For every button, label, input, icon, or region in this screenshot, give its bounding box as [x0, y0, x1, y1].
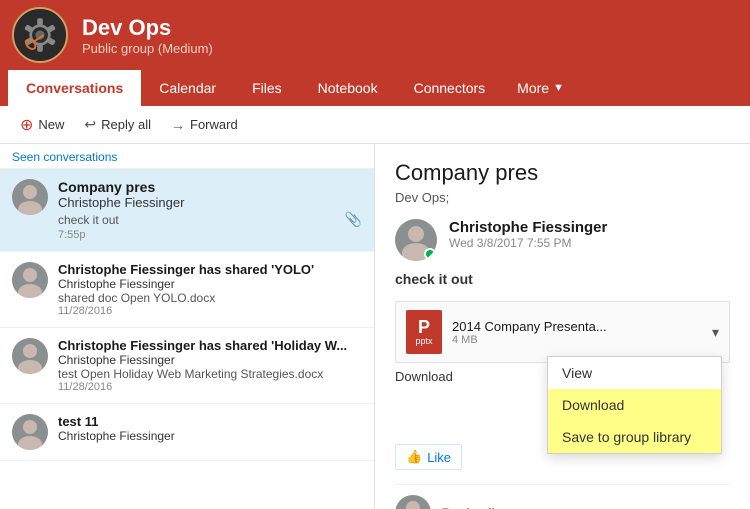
like-button[interactable]: 👍 Like — [395, 444, 462, 470]
dropdown-menu: View Download Save to group library — [547, 356, 722, 454]
reply-all-row: Reply all — [395, 484, 730, 509]
conversation-item[interactable]: test 11 Christophe Fiessinger — [0, 404, 374, 461]
reply-all-label: Reply all — [441, 505, 495, 509]
conv-sender: Christophe Fiessinger — [58, 277, 362, 291]
seen-conversations-label: Seen conversations — [0, 144, 374, 169]
conv-time: 11/28/2016 — [58, 381, 362, 393]
sender-avatar — [395, 219, 437, 261]
nav: Conversations Calendar Files Notebook Co… — [0, 70, 750, 106]
attachment-size: 4 MB — [452, 334, 702, 346]
header-info: Dev Ops Public group (Medium) — [82, 15, 213, 56]
avatar — [12, 338, 48, 374]
nav-item-connectors[interactable]: Connectors — [396, 70, 504, 106]
plus-icon: ⊕ — [20, 115, 33, 135]
conversation-item[interactable]: Company pres Christophe Fiessinger check… — [0, 169, 374, 252]
main-content: Seen conversations Company pres Christop… — [0, 144, 750, 509]
conv-sender: Christophe Fiessinger — [58, 195, 362, 210]
sender-date: Wed 3/8/2017 7:55 PM — [449, 236, 607, 250]
nav-item-notebook[interactable]: Notebook — [300, 70, 396, 106]
header: Dev Ops Public group (Medium) — [0, 0, 750, 70]
conv-time: 7:55p — [58, 229, 362, 241]
conversation-item[interactable]: Christophe Fiessinger has shared 'YOLO' … — [0, 252, 374, 328]
conv-preview: shared doc Open YOLO.docx — [58, 291, 362, 305]
conv-sender: Christophe Fiessinger — [58, 429, 362, 443]
attachment-name: 2014 Company Presenta... — [452, 319, 702, 334]
forward-button[interactable]: → Forward — [161, 113, 248, 137]
avatar — [12, 179, 48, 215]
conv-title: Christophe Fiessinger has shared 'Holida… — [58, 338, 362, 353]
conv-preview: test Open Holiday Web Marketing Strategi… — [58, 367, 362, 381]
conv-preview: check it out — [58, 213, 119, 227]
avatar — [12, 262, 48, 298]
group-type: Public group (Medium) — [82, 41, 213, 56]
conv-body: Christophe Fiessinger has shared 'YOLO' … — [58, 262, 362, 317]
dropdown-item-download[interactable]: Download — [548, 389, 721, 421]
reply-all-button[interactable]: ↩ Reply all — [74, 112, 161, 137]
thumbs-up-icon: 👍 — [406, 449, 422, 465]
email-body: check it out — [395, 271, 730, 287]
reply-all-icon: ↩ — [84, 116, 96, 133]
dropdown-item-view[interactable]: View — [548, 357, 721, 389]
group-name: Dev Ops — [82, 15, 213, 41]
nav-item-more[interactable]: More ▼ — [503, 70, 578, 106]
email-title: Company pres — [395, 160, 730, 186]
conv-body: Company pres Christophe Fiessinger check… — [58, 179, 362, 241]
avatar — [12, 414, 48, 450]
attachment-details: 2014 Company Presenta... 4 MB — [452, 319, 702, 346]
conv-title: test 11 — [58, 414, 362, 429]
chevron-down-icon[interactable]: ▾ — [712, 324, 719, 341]
email-to: Dev Ops; — [395, 190, 730, 205]
ppt-file-icon: P pptx — [406, 310, 442, 354]
group-avatar — [12, 7, 68, 63]
sender-info: Christophe Fiessinger Wed 3/8/2017 7:55 … — [449, 219, 607, 250]
conv-sender: Christophe Fiessinger — [58, 353, 362, 367]
chevron-down-icon: ▼ — [553, 82, 564, 94]
email-header: Christophe Fiessinger Wed 3/8/2017 7:55 … — [395, 219, 730, 261]
toolbar: ⊕ New ↩ Reply all → Forward — [0, 106, 750, 144]
conv-body: Christophe Fiessinger has shared 'Holida… — [58, 338, 362, 393]
conv-time: 11/28/2016 — [58, 305, 362, 317]
right-panel: Company pres Dev Ops; Christophe Fiessin… — [375, 144, 750, 509]
nav-item-conversations[interactable]: Conversations — [8, 70, 141, 106]
nav-item-files[interactable]: Files — [234, 70, 300, 106]
online-status-dot — [424, 248, 436, 260]
new-button[interactable]: ⊕ New — [10, 111, 74, 139]
attachment-icon: 📎 — [345, 211, 362, 228]
forward-icon: → — [171, 117, 185, 133]
sender-name: Christophe Fiessinger — [449, 219, 607, 236]
conversation-item[interactable]: Christophe Fiessinger has shared 'Holida… — [0, 328, 374, 404]
conv-body: test 11 Christophe Fiessinger — [58, 414, 362, 443]
conv-title: Christophe Fiessinger has shared 'YOLO' — [58, 262, 362, 277]
nav-item-calendar[interactable]: Calendar — [141, 70, 234, 106]
attachment-row: P pptx 2014 Company Presenta... 4 MB ▾ — [395, 301, 730, 363]
conv-meta: check it out 📎 — [58, 211, 362, 228]
left-panel: Seen conversations Company pres Christop… — [0, 144, 375, 509]
reply-avatar — [395, 495, 431, 509]
conv-title: Company pres — [58, 179, 362, 195]
dropdown-item-save-to-library[interactable]: Save to group library — [548, 421, 721, 453]
